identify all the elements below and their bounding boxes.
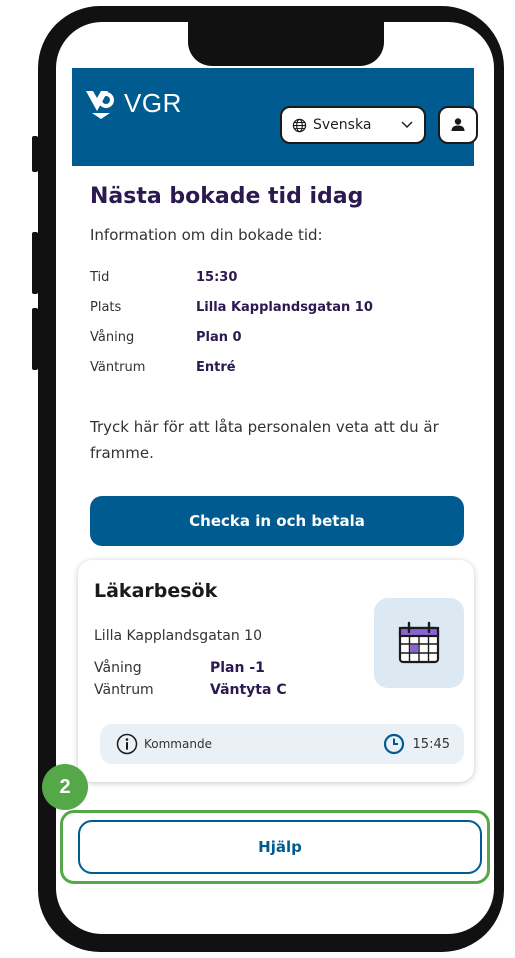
clock-icon [383, 733, 404, 755]
vgr-logo-icon [86, 90, 114, 119]
status-info: Kommande [116, 733, 212, 755]
detail-label: Tid [90, 270, 110, 285]
calendar-icon [398, 621, 440, 664]
app-header: VGR Svenska [72, 68, 478, 166]
globe-icon [292, 118, 307, 132]
page-title: Nästa bokade tid idag [90, 184, 364, 209]
appointment-row-label: Väntrum [94, 682, 154, 698]
phone-notch [188, 18, 384, 66]
calendar-badge [374, 598, 464, 688]
logo-text: VGR [124, 88, 182, 118]
appointment-title: Läkarbesök [94, 580, 218, 602]
vgr-logo: VGR [84, 88, 182, 119]
step-badge: 2 [42, 764, 88, 810]
checkin-and-pay-button[interactable]: Checka in och betala [90, 496, 464, 546]
appointment-row-value: Väntyta C [210, 682, 287, 698]
detail-value: Entré [196, 360, 236, 375]
chevron-down-icon [401, 121, 413, 128]
appointment-status-bar: Kommande 15:45 [100, 724, 464, 764]
language-select[interactable]: Svenska [280, 106, 426, 144]
detail-label: Väntrum [90, 360, 146, 375]
info-icon [116, 733, 138, 755]
appointment-row-label: Våning [94, 660, 142, 676]
appointment-row-value: Plan -1 [210, 660, 265, 676]
language-label: Svenska [313, 117, 372, 133]
status-time: 15:45 [383, 733, 450, 755]
detail-value: 15:30 [196, 270, 238, 285]
appointment-card[interactable]: Läkarbesök Lilla Kapplandsgatan 10 Vånin… [78, 560, 474, 782]
detail-value: Plan 0 [196, 330, 242, 345]
appointment-address: Lilla Kapplandsgatan 10 [94, 628, 262, 644]
status-label: Kommande [144, 737, 212, 751]
intro-text: Information om din bokade tid: [90, 226, 323, 244]
appointment-time: 15:45 [412, 736, 450, 752]
detail-label: Plats [90, 300, 122, 315]
detail-label: Våning [90, 330, 135, 345]
phone-screen: VGR Svenska Nästa bokade tid idag Inform… [56, 22, 494, 934]
detail-value: Lilla Kapplandsgatan 10 [196, 300, 373, 315]
user-profile-button[interactable] [438, 106, 478, 144]
user-icon [451, 118, 465, 131]
checkin-prompt: Tryck här för att låta personalen veta a… [90, 418, 439, 462]
help-button[interactable]: Hjälp [78, 820, 482, 874]
